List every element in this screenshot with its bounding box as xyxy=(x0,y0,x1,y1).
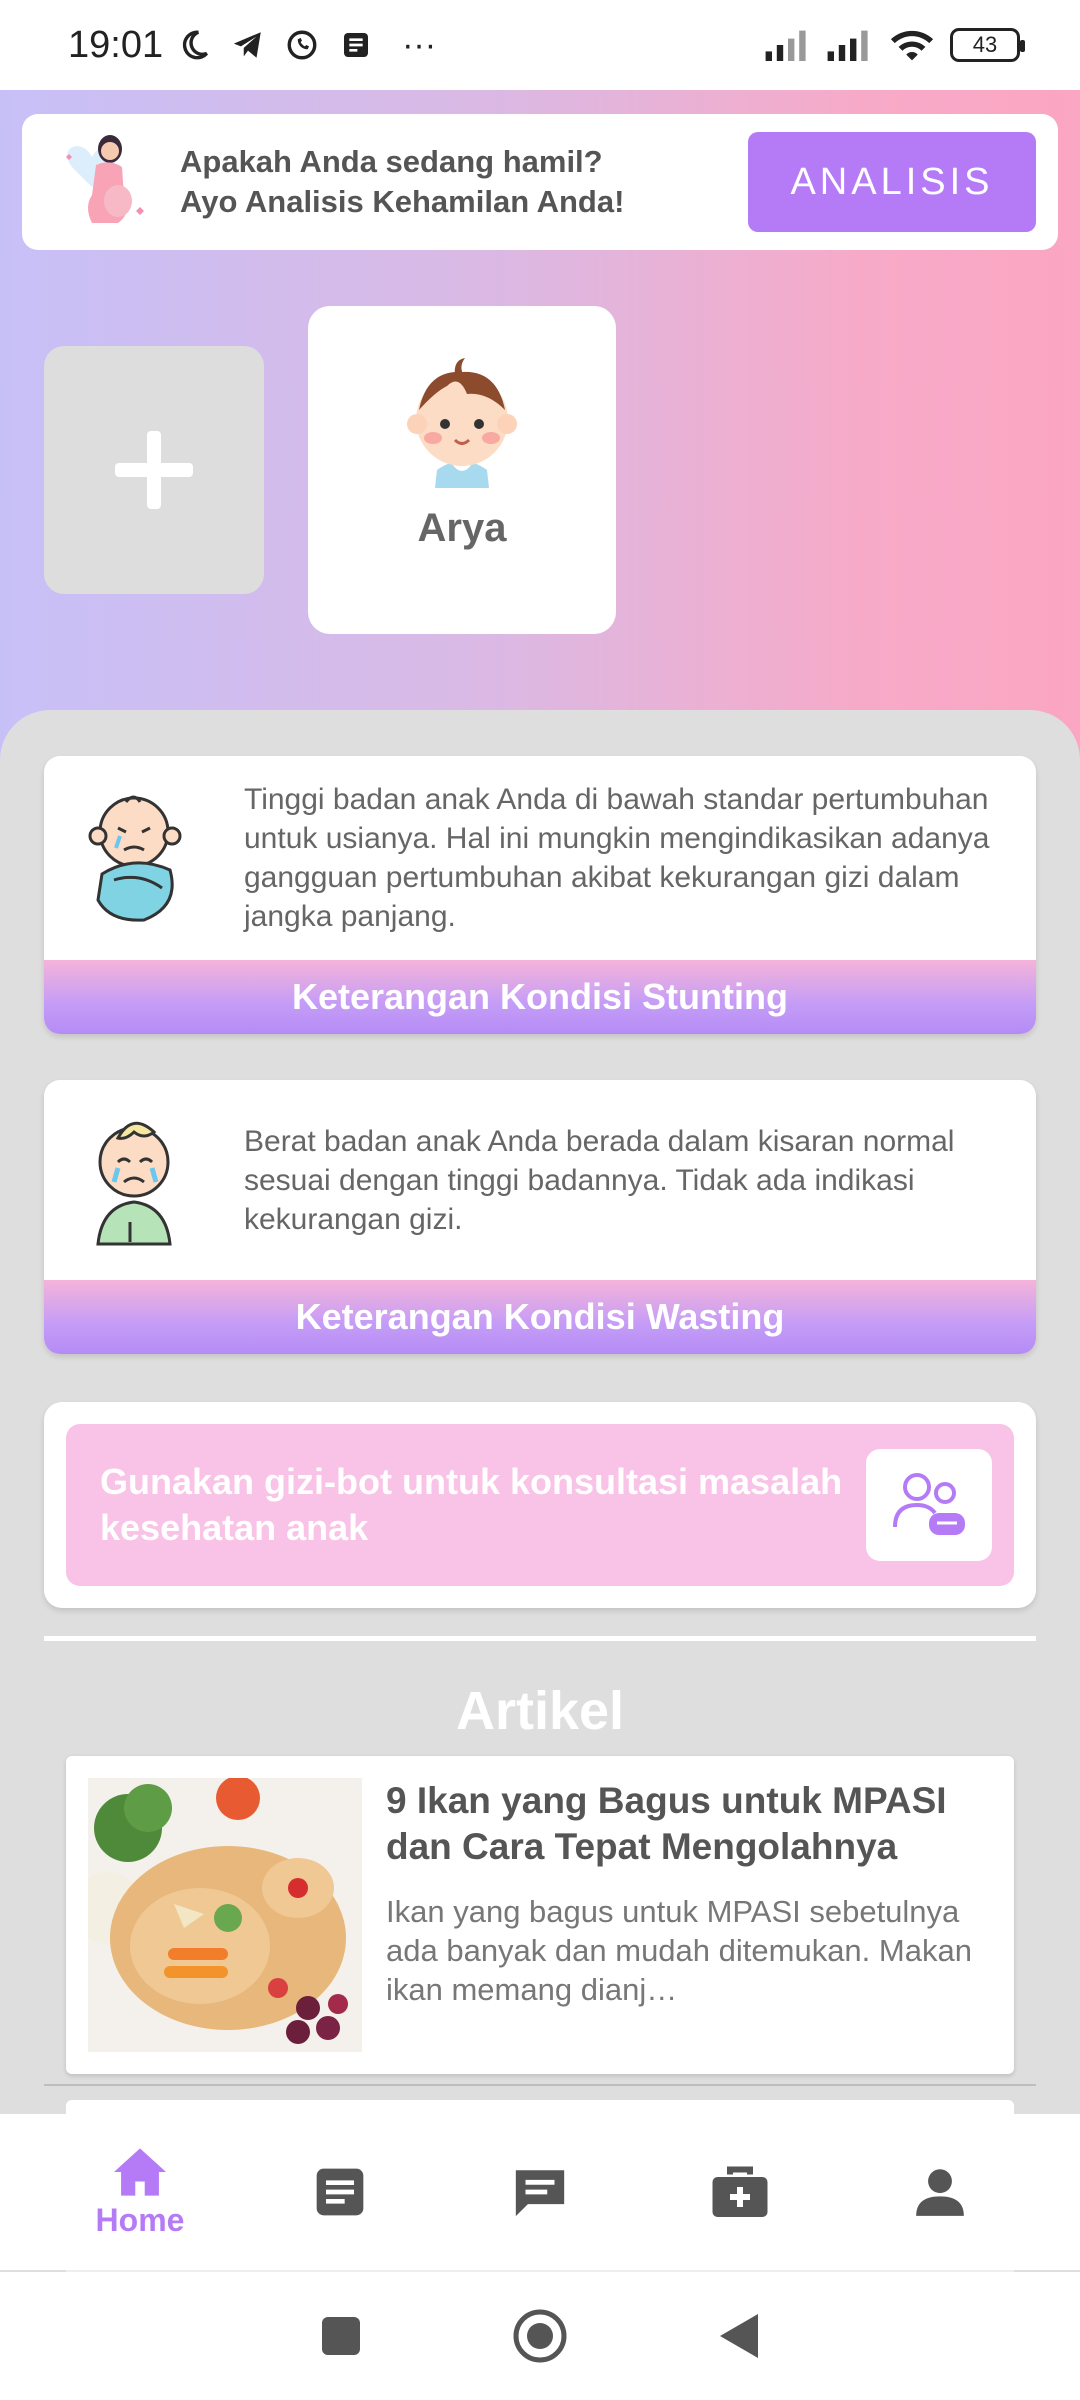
nav-articles[interactable] xyxy=(270,2164,410,2220)
article-description: Ikan yang bagus untuk MPASI sebetulnya a… xyxy=(386,1894,972,2007)
status-time: 19:01 xyxy=(68,23,164,66)
crying-baby-icon xyxy=(88,795,182,922)
nav-chat[interactable] xyxy=(470,2163,610,2221)
battery-icon: 43 xyxy=(950,28,1025,62)
signal-icon xyxy=(826,26,874,64)
nav-home[interactable]: Home xyxy=(70,2146,210,2239)
chat-icon xyxy=(515,2170,565,2217)
gizi-bot-card[interactable]: Gunakan gizi-bot untuk konsultasi masala… xyxy=(44,1402,1036,1608)
profile-icon xyxy=(916,2169,964,2216)
child-name: Arya xyxy=(417,506,507,550)
wasting-info-button[interactable]: Keterangan Kondisi Wasting xyxy=(44,1280,1036,1354)
nav-profile[interactable] xyxy=(870,2166,1010,2218)
pregnancy-promo-card: Apakah Anda sedang hamil? Ayo Analisis K… xyxy=(22,114,1058,250)
wifi-icon xyxy=(888,26,936,64)
whatsapp-icon xyxy=(283,26,321,64)
home-button[interactable] xyxy=(512,2308,568,2364)
consultation-icon xyxy=(893,1473,965,1535)
home-icon xyxy=(114,2147,166,2196)
promo-line2: Ayo Analisis Kehamilan Anda! xyxy=(180,184,625,219)
status-bar: 19:01 ··· 43 xyxy=(0,0,1080,90)
article-card[interactable]: 9 Ikan yang Bagus untuk MPASI dan Cara T… xyxy=(66,1756,1014,2074)
nav-home-label: Home xyxy=(95,2201,185,2238)
wasting-text: Berat badan anak Anda berada dalam kisar… xyxy=(244,1124,955,1236)
nav-medical[interactable] xyxy=(670,2164,810,2220)
article-icon xyxy=(316,2168,364,2216)
article-title: 9 Ikan yang Bagus untuk MPASI dan Cara T… xyxy=(386,1780,947,1867)
stunting-info-button[interactable]: Keterangan Kondisi Stunting xyxy=(44,960,1036,1034)
list-separator xyxy=(44,2084,1036,2086)
gizi-bot-button[interactable] xyxy=(866,1449,992,1561)
baby-avatar-icon xyxy=(407,358,517,488)
signal-icon xyxy=(764,26,812,64)
moon-icon xyxy=(175,26,213,64)
article-image xyxy=(88,1778,362,2052)
sad-baby-icon xyxy=(96,1121,172,1246)
gizi-bot-text: Gunakan gizi-bot untuk konsultasi masala… xyxy=(100,1461,843,1548)
more-icon: ··· xyxy=(402,25,437,64)
promo-line1: Apakah Anda sedang hamil? xyxy=(180,144,603,179)
back-button[interactable] xyxy=(718,2312,760,2360)
articles-title: Artikel xyxy=(455,1681,625,1741)
plus-icon xyxy=(115,431,193,509)
wasting-card: Berat badan anak Anda berada dalam kisar… xyxy=(44,1080,1036,1354)
add-child-button[interactable] xyxy=(44,346,264,594)
medical-kit-icon xyxy=(712,2166,768,2217)
child-card[interactable]: Arya xyxy=(308,306,616,634)
system-navigation-bar xyxy=(0,2272,1080,2400)
stunting-card: Tinggi badan anak Anda di bawah standar … xyxy=(44,756,1036,1034)
recent-apps-button[interactable] xyxy=(320,2315,362,2357)
pregnant-woman-icon xyxy=(52,127,162,237)
bottom-navigation: Home xyxy=(0,2114,1080,2270)
notes-icon xyxy=(337,26,375,64)
stunting-text: Tinggi badan anak Anda di bawah standar … xyxy=(244,783,990,933)
telegram-icon xyxy=(229,26,267,64)
analisis-button[interactable]: ANALISIS xyxy=(748,132,1036,232)
section-divider xyxy=(44,1636,1036,1641)
